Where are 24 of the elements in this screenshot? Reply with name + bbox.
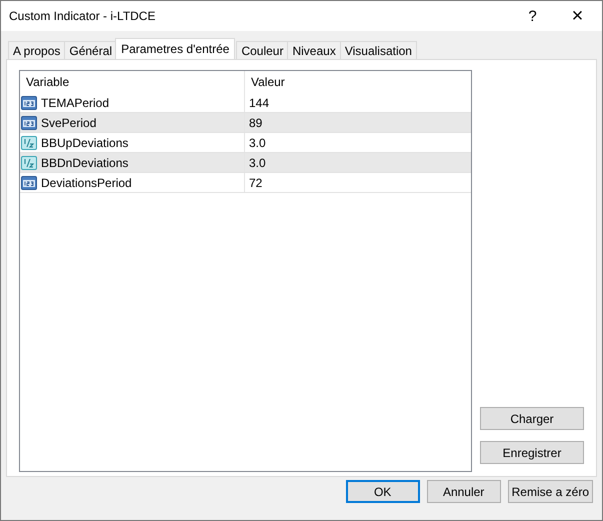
side-button[interactable]: Charger xyxy=(480,407,584,430)
tab[interactable]: Couleur xyxy=(236,41,288,59)
variable-value: 3.0 xyxy=(249,136,266,150)
variable-value: 89 xyxy=(249,116,262,130)
variable-value: 3.0 xyxy=(249,156,266,170)
window-title: Custom Indicator - i-LTDCE xyxy=(8,9,156,23)
variable-name: TEMAPeriod xyxy=(41,96,110,110)
tab[interactable]: A propos xyxy=(8,41,66,59)
variable-name: BBUpDeviations xyxy=(41,136,128,150)
dialog-button[interactable]: Remise a zéro xyxy=(508,480,593,503)
column-header[interactable]: Valeur xyxy=(245,71,471,93)
help-button[interactable]: ? xyxy=(510,1,555,31)
column-header[interactable]: Variable xyxy=(20,71,245,93)
variable-name: SvePeriod xyxy=(41,116,96,130)
variable-name: BBDnDeviations xyxy=(41,156,128,170)
tab[interactable]: Parametres d'entrée xyxy=(115,38,236,59)
dialog-button[interactable]: Annuler xyxy=(426,480,501,503)
variable-value: 144 xyxy=(249,96,270,110)
dialog-button[interactable]: OK xyxy=(346,480,420,503)
variable-value: 72 xyxy=(249,176,262,190)
variable-name: DeviationsPeriod xyxy=(41,176,132,190)
tab[interactable]: Visualisation xyxy=(340,41,417,59)
close-button[interactable]: × xyxy=(555,1,600,31)
side-button[interactable]: Enregistrer xyxy=(480,441,584,464)
